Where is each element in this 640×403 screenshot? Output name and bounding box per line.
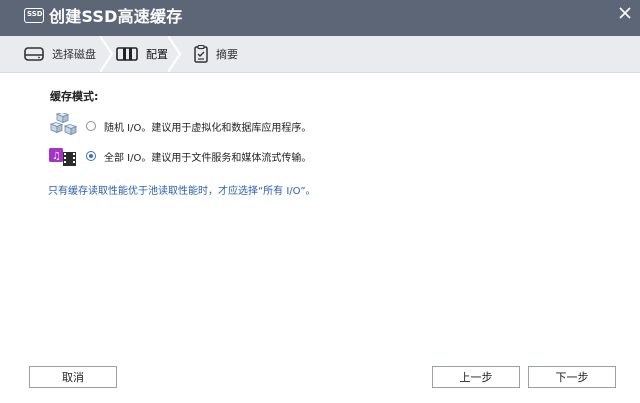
cancel-button[interactable]: 取消 — [29, 366, 117, 388]
close-button[interactable] — [610, 0, 640, 26]
ssd-icon: SSD — [24, 8, 44, 23]
disk-icon — [24, 47, 44, 61]
step-label: 配置 — [146, 48, 168, 61]
svg-text:♫: ♫ — [52, 151, 61, 162]
step-label: 选择磁盘 — [52, 48, 96, 61]
step-select-disk: 选择磁盘 — [24, 36, 96, 72]
title-bar: SSD 创建SSD高速缓存 — [0, 0, 640, 36]
option-all-io-label: 全部 I/O。建议用于文件服务和媒体流式传输。 — [104, 152, 312, 164]
step-configure: 配置 — [116, 36, 168, 72]
step-separator — [100, 36, 114, 72]
ssd-icon-text: SSD — [27, 10, 43, 18]
radio-random-io[interactable] — [86, 121, 96, 131]
cache-mode-panel: 缓存模式: 随机 I/O。建议用于虚拟化和数据库应用程序。 ♫ 全部 I/O。建… — [0, 72, 640, 352]
step-separator — [168, 36, 182, 72]
wizard-stepper: 选择磁盘 配置 摘要 — [0, 36, 640, 73]
option-random-io-label: 随机 I/O。建议用于虚拟化和数据库应用程序。 — [104, 122, 312, 134]
close-icon[interactable] — [619, 7, 631, 19]
media-icon: ♫ — [48, 143, 78, 169]
window-title: 创建SSD高速缓存 — [49, 7, 183, 26]
config-icon — [116, 47, 138, 61]
summary-icon — [194, 45, 208, 63]
radio-all-io[interactable] — [86, 151, 96, 161]
option-random-io[interactable]: 随机 I/O。建议用于虚拟化和数据库应用程序。 — [48, 112, 311, 140]
step-label: 摘要 — [216, 48, 238, 61]
random-io-icon — [48, 112, 78, 139]
option-all-io[interactable]: ♫ 全部 I/O。建议用于文件服务和媒体流式传输。 — [48, 142, 311, 170]
previous-button[interactable]: 上一步 — [432, 366, 520, 388]
cache-mode-title: 缓存模式: — [50, 90, 99, 103]
step-summary: 摘要 — [194, 36, 238, 72]
next-button[interactable]: 下一步 — [528, 366, 616, 388]
cache-note: 只有缓存读取性能优于池读取性能时，才应选择“所有 I/O”。 — [48, 186, 316, 197]
